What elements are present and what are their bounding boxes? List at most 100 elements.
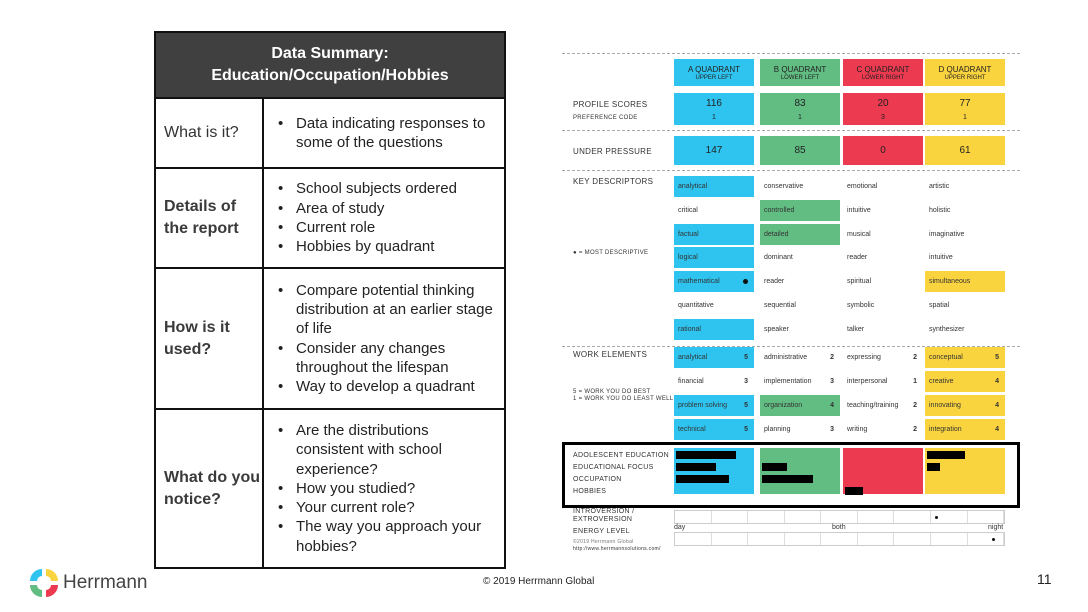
- energy-scale: [674, 532, 1005, 546]
- descriptor-cell: quantitative: [674, 295, 754, 316]
- descriptor-text: quantitative: [678, 302, 714, 309]
- under-pressure-score: 0: [880, 145, 886, 156]
- herrmann-profile-report: A QUADRANT UPPER LEFT 116 1 147 B QUADRANT LOW…: [560, 50, 1020, 552]
- work-element-text: expressing: [847, 354, 881, 361]
- descriptor-text: factual: [678, 230, 699, 238]
- under-pressure-score: 85: [794, 145, 806, 156]
- herrmann-logo: Herrmann: [27, 566, 147, 600]
- work-element-cell: writing 2: [843, 419, 923, 440]
- under-pressure-label: UNDER PRESSURE: [573, 147, 652, 156]
- descriptor-cell: mathematical: [674, 271, 754, 293]
- work-element-score: 1: [913, 378, 917, 385]
- adolescent-education-label: ADOLESCENT EDUCATION: [573, 452, 669, 459]
- bullet: School subjects ordered: [276, 179, 498, 199]
- herrmann-logo-icon: [30, 569, 58, 597]
- quadrant-header: D QUADRANT UPPER RIGHT: [925, 59, 1005, 86]
- redacted-bar: [762, 475, 813, 483]
- row-label: How is it used?: [156, 269, 264, 408]
- divider: [562, 130, 1020, 131]
- bullet: Compare potential thinking distribution …: [276, 281, 498, 339]
- work-element-text: analytical: [678, 354, 708, 361]
- under-pressure-cell: 85: [760, 136, 840, 165]
- work-element-text: problem solving: [678, 402, 728, 409]
- descriptor-cell: holistic: [925, 200, 1005, 221]
- work-element-score: 4: [995, 426, 999, 433]
- quadrant-header: A QUADRANT UPPER LEFT: [674, 59, 754, 86]
- report-url[interactable]: http://www.herrmannsolutions.com/: [573, 546, 661, 552]
- descriptor-cell: dominant: [760, 247, 840, 268]
- descriptor-text: controlled: [764, 206, 795, 214]
- work-element-text: innovating: [929, 402, 961, 409]
- descriptor-cell: artistic: [925, 176, 1005, 197]
- under-pressure-score: 147: [705, 145, 723, 156]
- descriptor-text: rational: [678, 325, 701, 333]
- work-element-score: 5: [744, 354, 748, 361]
- work-element-score: 4: [995, 378, 999, 385]
- key-descriptors-label: KEY DESCRIPTORS: [573, 177, 654, 186]
- quadrant-title: B QUADRANT: [773, 64, 827, 74]
- quadrant-position: LOWER LEFT: [780, 74, 820, 81]
- descriptor-text: intuitive: [929, 254, 953, 262]
- descriptor-cell: speaker: [760, 319, 840, 340]
- work-element-score: 4: [830, 402, 834, 409]
- descriptor-cell: reader: [843, 247, 923, 268]
- descriptor-cell: intuitive: [843, 200, 923, 221]
- data-summary-table: Data Summary: Education/Occupation/Hobbi…: [154, 31, 506, 569]
- summary-row-notice: What do you notice? Are the distribution…: [156, 410, 504, 567]
- preference-code: 3: [881, 113, 885, 121]
- descriptor-text: logical: [678, 254, 698, 262]
- energy-both-label: both: [832, 524, 846, 531]
- bullet: Way to develop a quadrant: [276, 377, 498, 397]
- quadrant-position: UPPER LEFT: [695, 74, 733, 81]
- profile-score-cell: 83 1: [760, 93, 840, 125]
- descriptor-cell: musical: [843, 224, 923, 245]
- bullet: The way you approach your hobbies?: [276, 517, 498, 556]
- descriptor-cell: rational: [674, 318, 754, 340]
- under-pressure-cell: 0: [843, 136, 923, 165]
- descriptor-cell: conservative: [760, 176, 840, 197]
- descriptor-text: intuitive: [847, 206, 871, 214]
- work-element-text: administrative: [764, 354, 808, 361]
- descriptor-text: sequential: [764, 302, 796, 309]
- divider: [562, 53, 1020, 54]
- descriptor-text: detailed: [764, 230, 789, 238]
- summary-row-what-is-it: What is it? Data indicating responses to…: [156, 99, 504, 169]
- work-element-cell: interpersonal 1: [843, 371, 923, 392]
- energy-marker: [991, 538, 995, 541]
- descriptor-text: reader: [847, 254, 868, 262]
- extroversion-label: EXTROVERSION: [573, 516, 633, 523]
- work-element-text: technical: [678, 426, 706, 433]
- summary-row-how-used: How is it used? Compare potential thinki…: [156, 269, 504, 410]
- descriptor-cell: symbolic: [843, 295, 923, 316]
- descriptor-text: reader: [764, 278, 785, 286]
- descriptor-text: artistic: [929, 183, 950, 190]
- work-elements-label: WORK ELEMENTS: [573, 350, 648, 359]
- work-element-cell: implementation 3: [760, 371, 840, 392]
- logo-text: Herrmann: [63, 572, 148, 593]
- under-pressure-score: 61: [959, 145, 971, 156]
- quadrant-header: C QUADRANT LOWER RIGHT: [843, 59, 923, 86]
- descriptor-text: spatial: [929, 302, 950, 309]
- summary-row-details: Details of the report School subjects or…: [156, 169, 504, 269]
- descriptor-text: conservative: [764, 183, 804, 190]
- row-label: Details of the report: [156, 169, 264, 267]
- descriptor-cell: intuitive: [925, 247, 1005, 268]
- bullet: Consider any changes throughout the life…: [276, 339, 498, 378]
- descriptor-text: imaginative: [929, 230, 965, 238]
- energy-day-label: day: [674, 524, 686, 531]
- profile-score: 20: [877, 97, 889, 109]
- descriptor-text: simultaneous: [929, 278, 971, 286]
- energy-night-label: night: [988, 524, 1004, 531]
- profile-score-cell: 116 1: [674, 93, 754, 125]
- row-label: What is it?: [156, 99, 264, 167]
- work-element-score: 2: [913, 426, 917, 433]
- work-element-cell: analytical 5: [674, 347, 754, 368]
- work-legend-least: 1 = WORK YOU DO LEAST WELL: [573, 396, 674, 402]
- work-element-cell: technical 5: [674, 419, 754, 440]
- profile-score: 116: [706, 97, 722, 109]
- bullet: Current role: [276, 218, 498, 238]
- descriptor-text: synthesizer: [929, 325, 965, 333]
- work-element-cell: innovating 4: [925, 395, 1005, 416]
- profile-score-cell: 20 3: [843, 93, 923, 125]
- energy-level-label: ENERGY LEVEL: [573, 528, 630, 535]
